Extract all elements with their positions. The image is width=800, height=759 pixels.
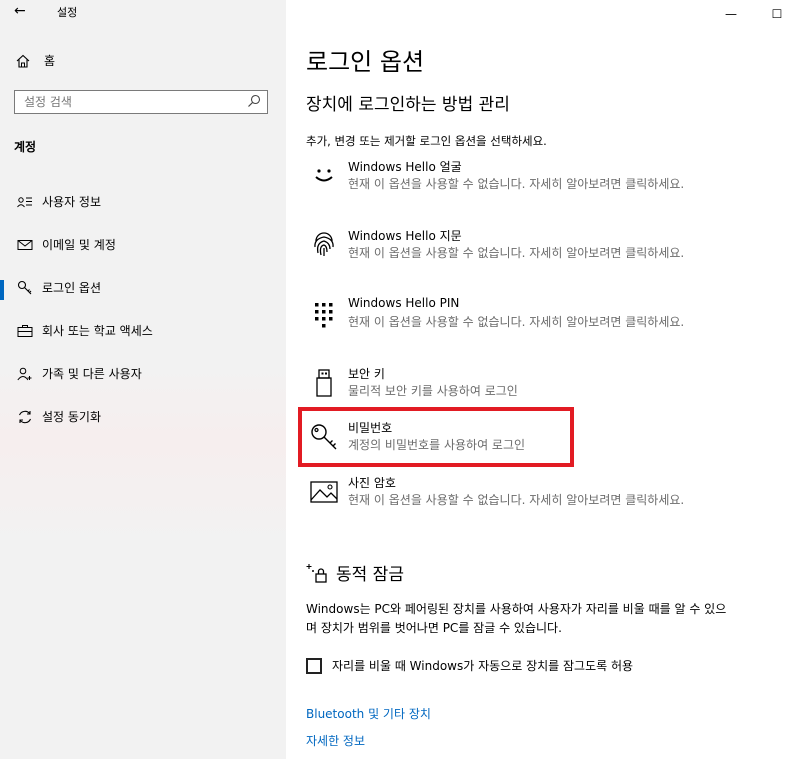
sync-icon bbox=[18, 410, 32, 423]
key-icon bbox=[17, 280, 32, 294]
dynamic-lock-title: 동적 잠금 bbox=[336, 565, 404, 585]
person-info-icon bbox=[17, 196, 32, 207]
home-label: 홈 bbox=[44, 54, 56, 68]
option-desc: 현재 이 옵션을 사용할 수 없습니다. 자세히 알아보려면 클릭하세요. bbox=[348, 246, 685, 260]
option-hello-pin[interactable]: Windows Hello PIN 현재 이 옵션을 사용할 수 없습니다. 자… bbox=[306, 296, 706, 336]
sidebar-item-user-info[interactable]: 사용자 정보 bbox=[0, 180, 286, 223]
dynamic-lock-desc: Windows는 PC와 페어링된 장치를 사용하여 사용자가 자리를 비울 때… bbox=[306, 602, 727, 635]
option-title: 보안 키 bbox=[348, 367, 385, 381]
sidebar-item-label: 가족 및 다른 사용자 bbox=[42, 367, 142, 381]
pin-keypad-icon bbox=[315, 303, 333, 328]
sidebar-item-label: 사용자 정보 bbox=[42, 195, 102, 209]
sidebar-item-sign-in-options[interactable]: 로그인 옵션 bbox=[0, 266, 286, 309]
face-icon bbox=[315, 169, 333, 182]
option-desc: 계정의 비밀번호를 사용하여 로그인 bbox=[348, 438, 526, 452]
back-arrow-icon[interactable]: ← bbox=[14, 3, 26, 19]
password-key-icon bbox=[311, 424, 337, 450]
option-title: Windows Hello 지문 bbox=[348, 229, 462, 243]
intro-text: 추가, 변경 또는 제거할 로그인 옵션을 선택하세요. bbox=[306, 134, 547, 148]
link-bluetooth[interactable]: Bluetooth 및 기타 장치 bbox=[306, 705, 431, 722]
search-input[interactable] bbox=[15, 91, 244, 113]
sidebar-item-sync[interactable]: 설정 동기화 bbox=[0, 395, 286, 438]
link-more-info[interactable]: 자세한 정보 bbox=[306, 732, 365, 749]
option-picture-password[interactable]: 사진 암호 현재 이 옵션을 사용할 수 없습니다. 자세히 알아보려면 클릭하… bbox=[306, 474, 706, 526]
sidebar-item-label: 로그인 옵션 bbox=[42, 281, 102, 295]
dynamic-lock-checkbox-row[interactable]: 자리를 비울 때 Windows가 자동으로 장치를 잠그도록 허용 bbox=[306, 657, 633, 674]
search-box[interactable] bbox=[14, 90, 268, 114]
maximize-button[interactable]: ☐ bbox=[754, 0, 800, 28]
sidebar-item-label: 설정 동기화 bbox=[42, 410, 102, 424]
option-desc: 현재 이 옵션을 사용할 수 없습니다. 자세히 알아보려면 클릭하세요. bbox=[348, 493, 685, 507]
sidebar: ← 설정 홈 계정 사용자 정보 이메일 bbox=[0, 0, 286, 759]
mail-icon bbox=[17, 239, 33, 250]
option-desc: 물리적 보안 키를 사용하여 로그인 bbox=[348, 384, 518, 398]
option-hello-face[interactable]: Windows Hello 얼굴 현재 이 옵션을 사용할 수 없습니다. 자세… bbox=[306, 158, 706, 210]
dynamic-lock-checkbox[interactable] bbox=[306, 657, 322, 674]
search-icon[interactable] bbox=[247, 94, 261, 108]
fingerprint-icon bbox=[314, 232, 334, 256]
page-subtitle: 장치에 로그인하는 방법 관리 bbox=[306, 95, 510, 115]
option-security-key[interactable]: 보안 키 물리적 보안 키를 사용하여 로그인 bbox=[306, 365, 706, 401]
sidebar-item-label: 회사 또는 학교 액세스 bbox=[42, 324, 153, 338]
home-icon bbox=[16, 54, 30, 68]
option-hello-fingerprint[interactable]: Windows Hello 지문 현재 이 옵션을 사용할 수 없습니다. 자세… bbox=[306, 227, 706, 279]
option-title: 비밀번호 bbox=[348, 421, 393, 435]
sidebar-item-email[interactable]: 이메일 및 계정 bbox=[0, 223, 286, 266]
dynamic-lock-heading: 동적 잠금 bbox=[306, 560, 404, 585]
option-title: Windows Hello PIN bbox=[348, 296, 460, 310]
briefcase-icon bbox=[17, 324, 33, 337]
option-desc: 현재 이 옵션을 사용할 수 없습니다. 자세히 알아보려면 클릭하세요. bbox=[348, 315, 685, 329]
option-desc: 현재 이 옵션을 사용할 수 없습니다. 자세히 알아보려면 클릭하세요. bbox=[348, 177, 685, 191]
sidebar-item-family[interactable]: 가족 및 다른 사용자 bbox=[0, 352, 286, 395]
option-password[interactable]: 비밀번호 계정의 비밀번호를 사용하여 로그인 bbox=[306, 419, 706, 455]
option-title: 사진 암호 bbox=[348, 476, 396, 490]
person-add-icon bbox=[17, 367, 32, 380]
option-title: Windows Hello 얼굴 bbox=[348, 160, 462, 174]
picture-icon bbox=[310, 481, 338, 503]
page-title: 로그인 옵션 bbox=[306, 48, 425, 76]
app-title: 설정 bbox=[57, 6, 78, 19]
sidebar-item-work-school[interactable]: 회사 또는 학교 액세스 bbox=[0, 309, 286, 352]
dynamic-lock-checkbox-label: 자리를 비울 때 Windows가 자동으로 장치를 잠그도록 허용 bbox=[332, 659, 634, 673]
usb-key-icon bbox=[316, 369, 332, 397]
sidebar-item-label: 이메일 및 계정 bbox=[42, 238, 116, 252]
section-label: 계정 bbox=[14, 140, 37, 154]
sidebar-nav: 사용자 정보 이메일 및 계정 로그인 옵션 회사 또는 학교 액세스 가족 및… bbox=[0, 180, 286, 438]
sidebar-home[interactable]: 홈 bbox=[16, 52, 55, 69]
window-controls: — ☐ bbox=[708, 0, 800, 28]
minimize-button[interactable]: — bbox=[708, 0, 754, 28]
dynamic-lock-icon bbox=[306, 563, 327, 583]
